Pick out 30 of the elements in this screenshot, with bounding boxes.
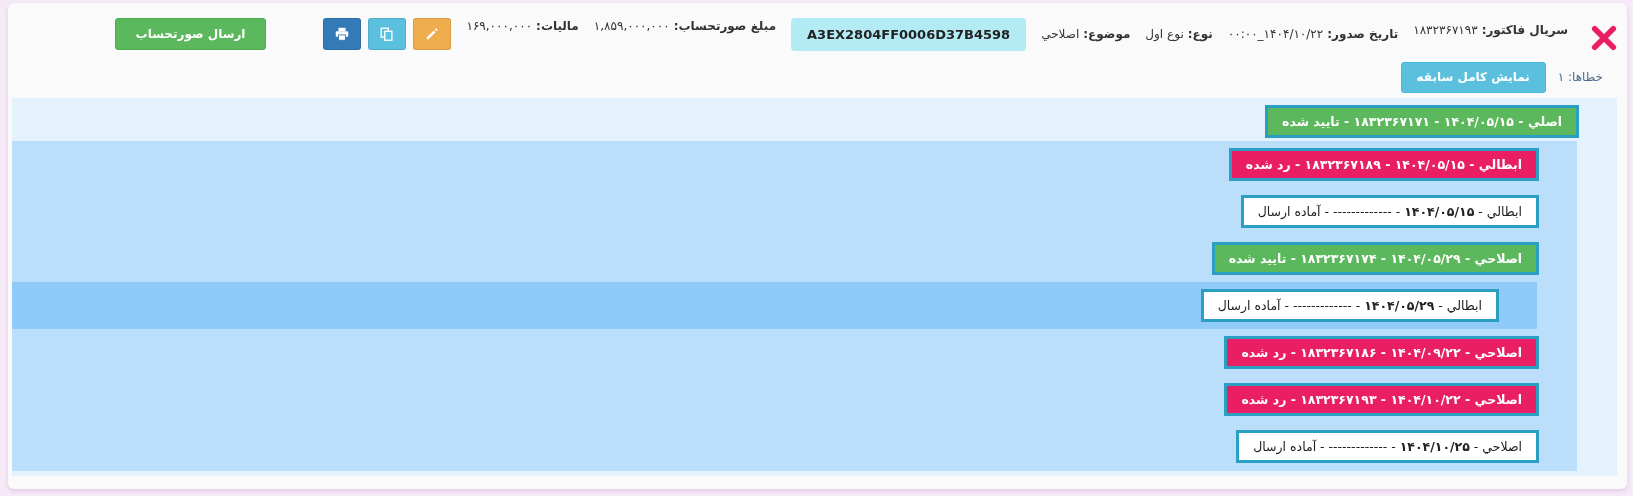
history-node: ابطالي - ۱۴۰۴/۰۵/۱۵ - ۱۸۳۲۳۶۷۱۸۹ - رد شده [1228, 148, 1539, 181]
field-label: تاریخ صدور: [1327, 27, 1399, 41]
print-button[interactable] [323, 18, 362, 50]
copy-icon [379, 26, 396, 42]
field-value: ۱۶۹,۰۰۰,۰۰۰ [466, 19, 533, 33]
field-value: اصلاحي [1041, 27, 1080, 41]
field-label: موضوع: [1083, 27, 1131, 41]
field-value: ۱۴۰۴/۱۰/۲۲_۰۰:۰۰ [1227, 27, 1324, 41]
send-invoice-button[interactable]: ارسال صورتحساب [114, 18, 267, 50]
tax-id-badge: A3EX2804FF0006D37B4598 [791, 17, 1027, 51]
field-label: سریال فاکتور: [1481, 23, 1568, 37]
history-node: اصلاحي - ۱۴۰۴/۰۵/۲۹ - ۱۸۳۲۳۶۷۱۷۴ - تایید شده [1211, 242, 1539, 275]
history-node: ابطالي - ۱۴۰۴/۰۵/۲۹ - ------------- - آماده ارسال [1200, 289, 1499, 322]
edit-button[interactable] [413, 18, 452, 50]
show-history-button[interactable]: نمایش کامل سابقه [1400, 61, 1546, 93]
history-node: اصلاحي - ۱۴۰۴/۱۰/۲۲ - ۱۸۳۲۳۶۷۱۹۳ - رد شده [1224, 383, 1539, 416]
printer-icon [334, 26, 351, 42]
field-value: نوع اول [1145, 27, 1184, 41]
error-count: خطاها: ۱ [1557, 70, 1603, 84]
history-node: اصلاحي - ۱۴۰۴/۱۰/۲۵ - ------------- - آماده ارسال [1236, 430, 1539, 463]
field-label: نوع: [1187, 27, 1213, 41]
field-value: ۱,۸۵۹,۰۰۰,۰۰۰ [593, 19, 670, 33]
field-label: مبلغ صورتحساب: [673, 19, 777, 33]
copy-button[interactable] [368, 18, 407, 50]
field-label: مالیات: [536, 19, 579, 33]
history-node: اصلاحي - ۱۴۰۴/۰۹/۲۲ - ۱۸۳۲۳۶۷۱۸۶ - رد شده [1224, 336, 1539, 369]
history-node: ابطالي - ۱۴۰۴/۰۵/۱۵ - ------------- - آماده ارسال [1240, 195, 1539, 228]
close-icon[interactable] [1591, 25, 1617, 51]
field-value: ۱۸۳۲۳۶۷۱۹۳ [1413, 23, 1478, 37]
history-node: اصلي - ۱۴۰۴/۰۵/۱۵ - ۱۸۳۲۳۶۷۱۷۱ - تایید شده [1265, 105, 1579, 138]
